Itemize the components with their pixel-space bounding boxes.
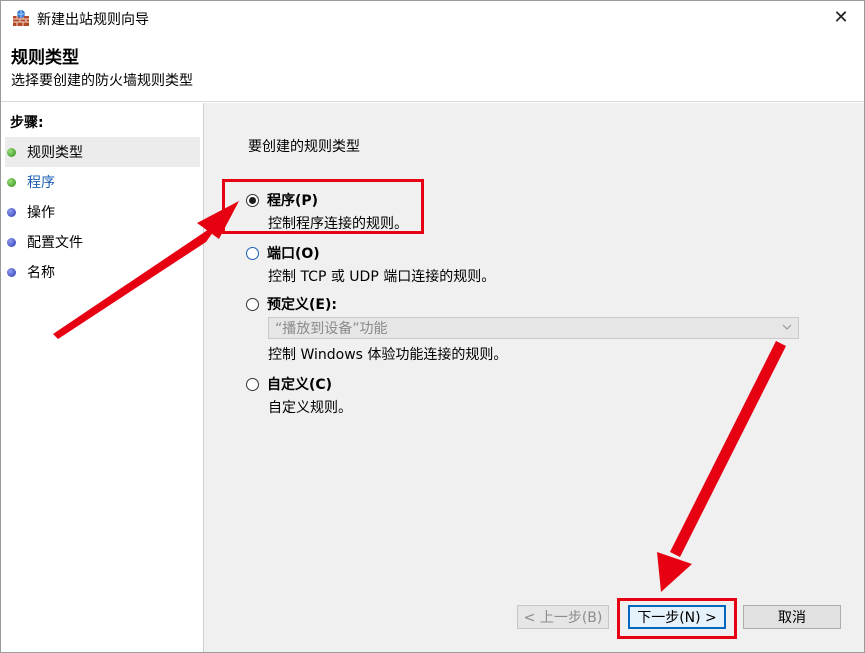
- step-status-icon: [7, 177, 16, 187]
- back-button[interactable]: < 上一步(B): [517, 605, 609, 629]
- firewall-icon: [13, 10, 29, 26]
- option-custom[interactable]: 自定义(C) 自定义规则。: [246, 374, 352, 417]
- program-radio[interactable]: [246, 193, 259, 207]
- option-predefined[interactable]: 预定义(E):: [246, 294, 337, 314]
- step-label: 程序: [27, 175, 55, 191]
- step-item-action[interactable]: 操作: [5, 197, 200, 227]
- option-label: 预定义(E):: [267, 297, 337, 313]
- step-item-name[interactable]: 名称: [5, 257, 200, 287]
- option-label: 程序(P): [267, 193, 319, 209]
- step-status-icon: [7, 237, 16, 247]
- option-program[interactable]: 程序(P) 控制程序连接的规则。: [246, 190, 408, 233]
- step-label: 规则类型: [27, 145, 83, 161]
- rule-type-question: 要创建的规则类型: [248, 139, 360, 155]
- option-description: 控制 TCP 或 UDP 端口连接的规则。: [268, 269, 496, 285]
- option-description: 控制 Windows 体验功能连接的规则。: [268, 347, 508, 363]
- window-title: 新建出站规则向导: [37, 12, 149, 28]
- predefined-select-value: “播放到设备”功能: [275, 321, 388, 337]
- option-description: 自定义规则。: [268, 400, 352, 416]
- option-port[interactable]: 端口(O) 控制 TCP 或 UDP 端口连接的规则。: [246, 243, 495, 286]
- header-divider: [1, 101, 864, 102]
- predefined-select[interactable]: “播放到设备”功能: [268, 317, 799, 339]
- steps-pane: 步骤: 规则类型 程序 操作 配置文件 名称: [1, 103, 203, 652]
- title-bar[interactable]: 新建出站规则向导 ✕: [1, 1, 864, 35]
- step-status-icon: [7, 267, 16, 277]
- step-item-program[interactable]: 程序: [5, 167, 200, 197]
- predefined-radio[interactable]: [246, 297, 259, 311]
- next-button[interactable]: 下一步(N) >: [628, 605, 726, 629]
- page-title: 规则类型: [11, 48, 79, 68]
- wizard-window: 新建出站规则向导 ✕ 规则类型 选择要创建的防火墙规则类型 步骤: 规则类型 程…: [0, 0, 865, 653]
- option-label: 自定义(C): [267, 377, 333, 393]
- option-label: 端口(O): [267, 246, 320, 262]
- step-status-icon: [7, 207, 16, 217]
- step-label: 配置文件: [27, 235, 83, 251]
- step-item-rule-type[interactable]: 规则类型: [5, 137, 200, 167]
- step-status-icon: [7, 147, 16, 157]
- step-label: 名称: [27, 265, 55, 281]
- step-item-profile[interactable]: 配置文件: [5, 227, 200, 257]
- chevron-down-icon: [782, 324, 792, 330]
- steps-header: 步骤:: [10, 115, 44, 131]
- content-pane: 要创建的规则类型 程序(P) 控制程序连接的规则。 端口(O) 控制 TCP 或…: [204, 103, 864, 652]
- page-subtitle: 选择要创建的防火墙规则类型: [11, 73, 193, 89]
- cancel-button[interactable]: 取消: [743, 605, 841, 629]
- port-radio[interactable]: [246, 246, 259, 260]
- custom-radio[interactable]: [246, 377, 259, 391]
- close-icon: ✕: [833, 6, 849, 28]
- option-description: 控制程序连接的规则。: [268, 216, 408, 232]
- close-button[interactable]: ✕: [818, 1, 864, 33]
- step-label: 操作: [27, 205, 55, 221]
